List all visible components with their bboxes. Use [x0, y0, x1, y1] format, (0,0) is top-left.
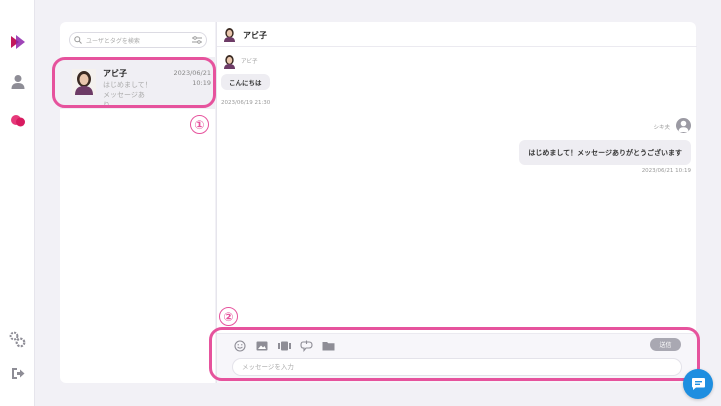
highlight-contact-list [52, 57, 216, 108]
chat-header-avatar [223, 27, 236, 42]
logout-icon[interactable] [9, 365, 26, 382]
outgoing-sender: シキ夫 [653, 125, 670, 131]
nav-rail [0, 0, 35, 406]
search-placeholder[interactable]: ユーザとタグを検索 [86, 36, 192, 45]
settings-gear-icon[interactable] [9, 331, 26, 348]
annotation-marker-1: ① [190, 115, 209, 134]
search-icon [74, 36, 82, 44]
search-box[interactable]: ユーザとタグを検索 [69, 32, 207, 48]
outgoing-message-bubble: はじめまして！メッセージありがとうございます [519, 140, 691, 165]
chat-support-icon [691, 378, 705, 390]
incoming-avatar [223, 54, 236, 69]
brand-logo-icon[interactable] [9, 33, 26, 50]
outgoing-avatar [676, 118, 691, 133]
chat-header-name: アビ子 [243, 31, 267, 40]
chat-bubbles-icon[interactable] [9, 112, 26, 129]
annotation-marker-2: ② [219, 307, 238, 326]
outgoing-timestamp: 2023/06/21 10:19 [641, 168, 691, 174]
user-icon[interactable] [9, 73, 26, 90]
chat-header: アビ子 [217, 22, 697, 47]
incoming-timestamp: 2023/06/19 21:30 [221, 100, 271, 106]
incoming-sender: アビ子 [241, 59, 258, 65]
incoming-message-bubble: こんにちは [221, 74, 270, 90]
highlight-composer [209, 327, 700, 381]
filter-icon[interactable] [192, 36, 202, 44]
support-chat-button[interactable] [683, 369, 713, 399]
